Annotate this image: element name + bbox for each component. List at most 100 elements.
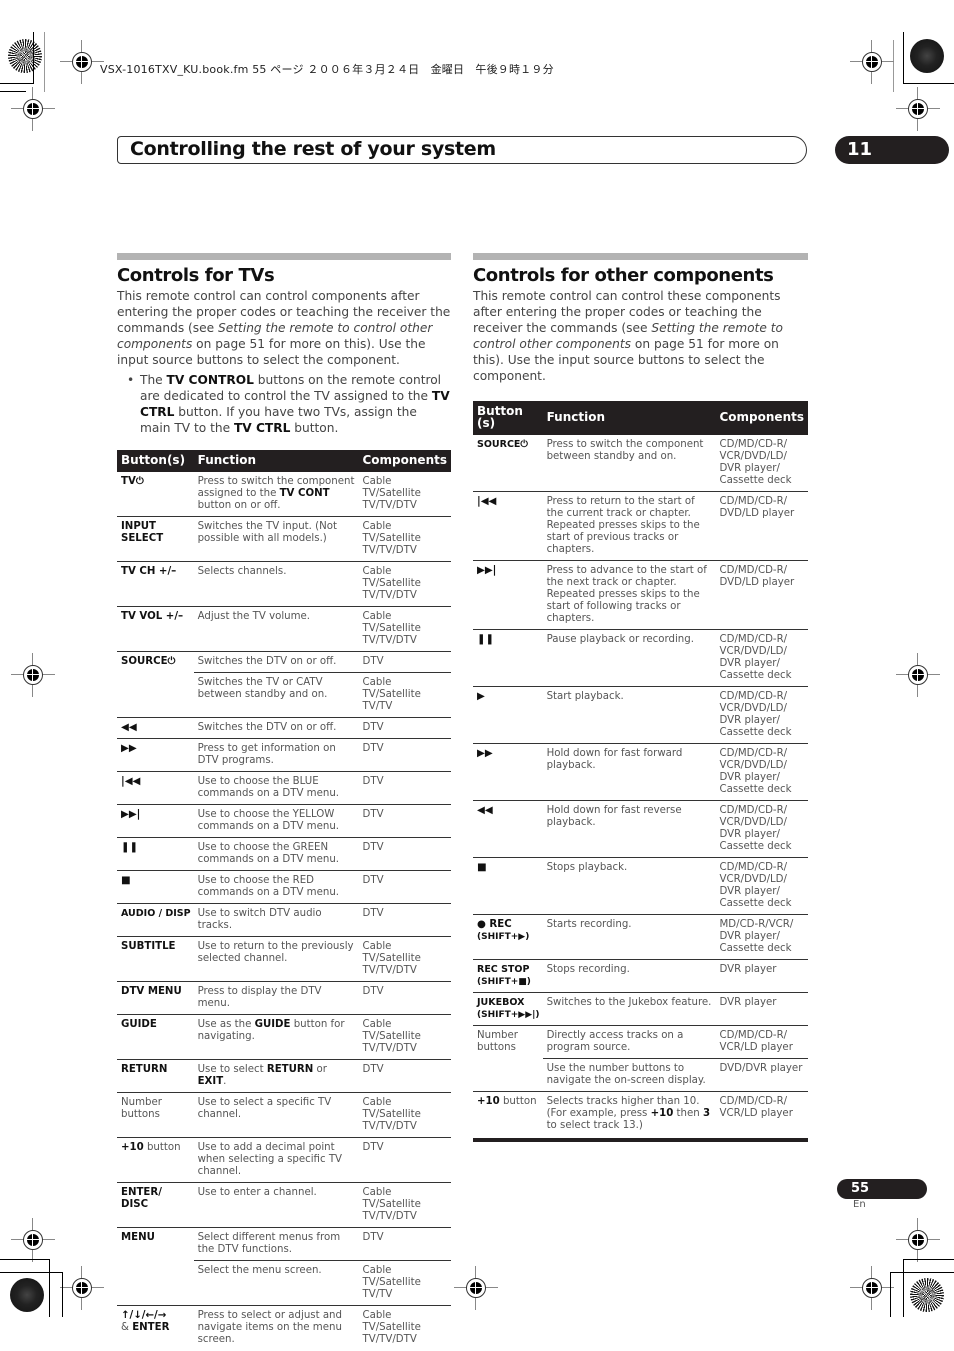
button-cell: SUBTITLE: [117, 936, 194, 982]
table-row: GUIDE Use as the GUIDE button for naviga…: [117, 1014, 451, 1060]
table-row: ▶▶| Use to choose the YELLOW commands on…: [117, 804, 451, 838]
crop-line: [0, 1272, 63, 1273]
function-cell: Selects channels.: [193, 561, 359, 607]
column-header-components: Components: [715, 401, 808, 435]
crop-line: [903, 1259, 904, 1317]
function-cell: Hold down for fast reverse playback.: [542, 800, 716, 858]
function-cell: Press to switch the component between st…: [546, 439, 704, 462]
components-cell: DTV: [358, 1227, 451, 1261]
table-row: Number buttons Use to select a specific …: [117, 1092, 451, 1138]
chapter-title: Controlling the rest of your system: [130, 138, 496, 160]
table-row: ↑/↓/←/→ & ENTER Press to select or adjust…: [117, 1305, 451, 1351]
page-language: En: [853, 1199, 866, 1210]
table-row: ❚❚ Pause playback or recording. CD/MD/CD…: [473, 629, 808, 687]
function-cell: Press to select or adjust and navigate i…: [193, 1305, 359, 1351]
components-cell: DTV: [358, 837, 451, 871]
section-rule: [473, 253, 808, 260]
function-cell: Press to switch the component assigned t…: [197, 476, 355, 511]
registration-crosshair-icon: [60, 1266, 104, 1310]
components-cell: CD/MD/CD-R/ VCR/DVD/LD/ DVR player/ Cass…: [715, 800, 808, 858]
registration-crosshair-icon: [896, 87, 940, 131]
components-cell: MD/CD-R/VCR/ DVR player/ Cassette deck: [715, 914, 808, 960]
function-cell: Switches the TV input. (Not possible wit…: [193, 516, 359, 562]
play-icon: ▶: [473, 686, 543, 744]
components-cell: CD/MD/CD-R/ VCR/LD player: [715, 1091, 808, 1142]
column-header-buttons: Button(s): [117, 450, 194, 472]
components-cell: DTV: [358, 738, 451, 772]
components-cell: DTV: [358, 771, 451, 805]
components-cell: Cable TV/Satellite TV/TV/DTV: [358, 1092, 451, 1138]
table-row: ◀◀ Hold down for fast reverse playback. …: [473, 800, 808, 858]
registration-starburst-top-left: [8, 39, 42, 73]
table-row: MENU Select different menus from the DTV…: [117, 1227, 451, 1261]
pause-icon: ❚❚: [473, 629, 543, 687]
skip-next-icon: ▶▶|: [473, 560, 543, 630]
function-cell: Adjust the TV volume.: [193, 606, 359, 652]
components-cell: Cable TV/Satellite TV/TV: [358, 1260, 451, 1306]
function-cell: Starts recording.: [542, 914, 716, 960]
tv-controls-table: Button(s) Function Components TV⏻ Press …: [117, 450, 451, 1351]
table-row: Use the number buttons to navigate the o…: [473, 1058, 808, 1092]
components-cell: CD/MD/CD-R/ DVD/LD player: [715, 560, 808, 630]
components-cell: DVR player: [715, 959, 808, 993]
bullet-note: The TV CONTROL buttons on the remote con…: [117, 372, 451, 436]
section-controls-for-other-components: Controls for other components This remot…: [473, 253, 808, 1142]
button-cell: SOURCE⏻: [117, 651, 194, 673]
table-row: SOURCE⏻ Press to switch the component be…: [473, 435, 808, 492]
components-cell: DTV: [358, 717, 451, 739]
function-cell: Pause playback or recording.: [542, 629, 716, 687]
button-cell: INPUT SELECT: [117, 516, 194, 562]
function-cell: Use to return to the previously selected…: [193, 936, 359, 982]
button-cell: MENU: [117, 1227, 194, 1261]
stop-icon: ■: [473, 857, 543, 915]
crop-line: [0, 1259, 50, 1260]
fast-forward-icon: ▶▶: [117, 738, 194, 772]
table-row: ■ Stops playback. CD/MD/CD-R/ VCR/DVD/LD…: [473, 857, 808, 915]
crop-line: [49, 1259, 50, 1317]
fast-forward-icon: ▶▶: [473, 743, 543, 801]
registration-crosshair-icon: [11, 653, 55, 697]
section-title: Controls for TVs: [117, 265, 275, 286]
components-cell: Cable TV/Satellite TV/TV/DTV: [358, 561, 451, 607]
table-row: ❚❚ Use to choose the GREEN commands on a…: [117, 837, 451, 871]
components-cell: DTV: [358, 903, 451, 937]
table-row: TV VOL +/– Adjust the TV volume. Cable T…: [117, 606, 451, 652]
function-cell: Use as the GUIDE button for navigating.: [193, 1014, 359, 1060]
function-cell: Select different menus from the DTV func…: [193, 1227, 359, 1261]
table-row: +10 button Use to add a decimal point wh…: [117, 1137, 451, 1183]
skip-previous-icon: |◀◀: [473, 491, 543, 561]
function-cell: Stops recording.: [542, 959, 716, 993]
crop-line: [890, 1272, 954, 1273]
button-cell: DTV MENU: [117, 981, 194, 1015]
crop-line: [44, 32, 45, 92]
components-cell: CD/MD/CD-R/ VCR/DVD/LD/ DVR player/ Cass…: [715, 629, 808, 687]
rewind-icon: ◀◀: [117, 717, 194, 739]
stop-icon: ■: [117, 870, 194, 904]
skip-next-icon: ▶▶|: [117, 804, 194, 838]
function-cell: Use to switch DTV audio tracks.: [193, 903, 359, 937]
rec-stop-button-cell: REC STOP (SHIFT+■): [473, 959, 543, 993]
function-cell: Select the menu screen.: [193, 1260, 359, 1306]
button-cell: [117, 673, 194, 718]
registration-crosshair-icon: [850, 1266, 894, 1310]
table-row: Number buttons Directly access tracks on…: [473, 1025, 808, 1059]
registration-crosshair-icon: [60, 40, 104, 84]
table-row: JUKEBOX (SHIFT+▶▶|) Switches to the Jukeb…: [473, 992, 808, 1026]
components-cell: CD/MD/CD-R/ DVD/LD player: [715, 491, 808, 561]
function-cell: Use to choose the YELLOW commands on a D…: [193, 804, 359, 838]
components-cell: DTV: [358, 1137, 451, 1183]
components-cell: DTV: [358, 870, 451, 904]
button-cell: ENTER/ DISC: [117, 1182, 194, 1228]
function-cell: Hold down for fast forward playback.: [542, 743, 716, 801]
button-cell: TV CH +/–: [117, 561, 194, 607]
function-cell: Press to advance to the start of the nex…: [542, 560, 716, 630]
registration-crosshair-icon: [896, 1218, 940, 1262]
table-row: DTV MENU Press to display the DTV menu. …: [117, 981, 451, 1015]
components-cell: CD/MD/CD-R/ VCR/DVD/LD/ DVR player/ Cass…: [719, 439, 792, 486]
jukebox-button-cell: JUKEBOX (SHIFT+▶▶|): [473, 992, 543, 1026]
other-components-table: Button (s) Function Components SOURCE⏻ P…: [473, 401, 808, 1142]
registration-crosshair-icon: [850, 40, 894, 84]
rewind-icon: ◀◀: [473, 800, 543, 858]
components-cell: CD/MD/CD-R/ VCR/DVD/LD/ DVR player/ Cass…: [715, 857, 808, 915]
chapter-number-tab: 11: [835, 136, 949, 164]
